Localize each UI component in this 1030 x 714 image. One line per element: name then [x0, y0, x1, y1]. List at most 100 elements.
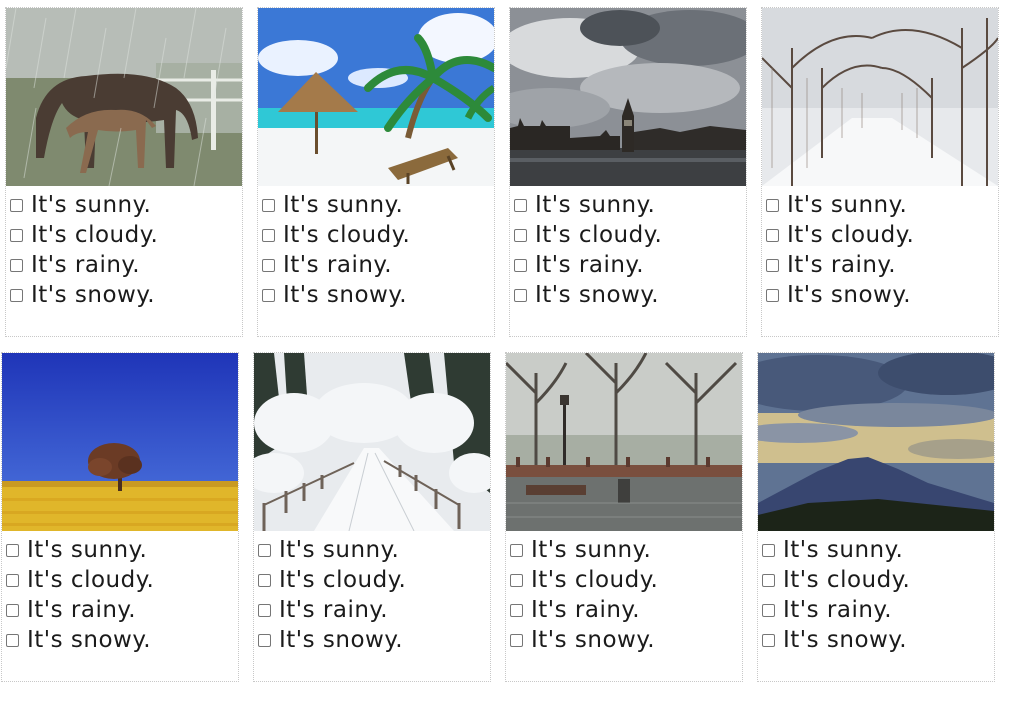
- option-sunny[interactable]: It's sunny.: [514, 190, 662, 220]
- options-list: It's sunny. It's cloudy. It's rainy. It'…: [766, 190, 914, 310]
- snowy-checkbox[interactable]: [514, 288, 527, 302]
- sunny-checkbox[interactable]: [6, 543, 19, 557]
- weather-card-5: It's sunny. It's cloudy. It's rainy. It'…: [1, 352, 239, 682]
- mountain-under-clouds-photo: [758, 353, 994, 531]
- weather-card-2: It's sunny. It's cloudy. It's rainy. It'…: [257, 7, 495, 337]
- option-snowy[interactable]: It's snowy.: [258, 625, 406, 655]
- tree-in-yellow-field-photo: [2, 353, 238, 531]
- options-list: It's sunny. It's cloudy. It's rainy. It'…: [262, 190, 410, 310]
- option-label: It's sunny.: [31, 192, 152, 218]
- option-cloudy[interactable]: It's cloudy.: [258, 565, 406, 595]
- option-snowy[interactable]: It's snowy.: [510, 625, 658, 655]
- option-snowy[interactable]: It's snowy.: [762, 625, 910, 655]
- option-label: It's rainy.: [531, 597, 641, 623]
- option-sunny[interactable]: It's sunny.: [6, 535, 154, 565]
- snowy-checkbox[interactable]: [10, 288, 23, 302]
- option-rainy[interactable]: It's rainy.: [262, 250, 410, 280]
- cloudy-checkbox[interactable]: [258, 573, 271, 587]
- sunny-checkbox[interactable]: [766, 198, 779, 212]
- sunny-checkbox[interactable]: [510, 543, 523, 557]
- option-rainy[interactable]: It's rainy.: [514, 250, 662, 280]
- snowy-checkbox[interactable]: [262, 288, 275, 302]
- option-rainy[interactable]: It's rainy.: [762, 595, 910, 625]
- rainy-checkbox[interactable]: [766, 258, 779, 272]
- option-cloudy[interactable]: It's cloudy.: [766, 220, 914, 250]
- option-snowy[interactable]: It's snowy.: [766, 280, 914, 310]
- rainy-checkbox[interactable]: [258, 603, 271, 617]
- rainy-checkbox[interactable]: [6, 603, 19, 617]
- sunny-checkbox[interactable]: [514, 198, 527, 212]
- cloudy-city-photo: [510, 8, 746, 186]
- rainy-checkbox[interactable]: [262, 258, 275, 272]
- cloudy-checkbox[interactable]: [6, 573, 19, 587]
- option-sunny[interactable]: It's sunny.: [766, 190, 914, 220]
- snowy-checkbox[interactable]: [6, 633, 19, 647]
- option-label: It's rainy.: [283, 252, 393, 278]
- sunny-checkbox[interactable]: [762, 543, 775, 557]
- weather-card-7: It's sunny. It's cloudy. It's rainy. It'…: [505, 352, 743, 682]
- option-cloudy[interactable]: It's cloudy.: [762, 565, 910, 595]
- snowy-checkbox[interactable]: [258, 633, 271, 647]
- option-cloudy[interactable]: It's cloudy.: [10, 220, 158, 250]
- option-rainy[interactable]: It's rainy.: [510, 595, 658, 625]
- option-label: It's cloudy.: [531, 567, 659, 593]
- option-cloudy[interactable]: It's cloudy.: [262, 220, 410, 250]
- weather-card-8: It's sunny. It's cloudy. It's rainy. It'…: [757, 352, 995, 682]
- option-snowy[interactable]: It's snowy.: [262, 280, 410, 310]
- rainy-checkbox[interactable]: [10, 258, 23, 272]
- option-label: It's sunny.: [787, 192, 908, 218]
- option-label: It's snowy.: [31, 282, 156, 308]
- option-label: It's rainy.: [31, 252, 141, 278]
- option-label: It's snowy.: [279, 627, 404, 653]
- option-rainy[interactable]: It's rainy.: [766, 250, 914, 280]
- weather-card-6: It's sunny. It's cloudy. It's rainy. It'…: [253, 352, 491, 682]
- cloudy-checkbox[interactable]: [262, 228, 275, 242]
- cloudy-checkbox[interactable]: [514, 228, 527, 242]
- option-cloudy[interactable]: It's cloudy.: [510, 565, 658, 595]
- option-sunny[interactable]: It's sunny.: [258, 535, 406, 565]
- option-label: It's cloudy.: [31, 222, 159, 248]
- option-label: It's sunny.: [27, 537, 148, 563]
- option-sunny[interactable]: It's sunny.: [510, 535, 658, 565]
- options-list: It's sunny. It's cloudy. It's rainy. It'…: [762, 535, 910, 655]
- sunny-checkbox[interactable]: [10, 198, 23, 212]
- option-label: It's sunny.: [531, 537, 652, 563]
- sunny-checkbox[interactable]: [258, 543, 271, 557]
- option-sunny[interactable]: It's sunny.: [10, 190, 158, 220]
- snowy-checkbox[interactable]: [510, 633, 523, 647]
- cloudy-checkbox[interactable]: [510, 573, 523, 587]
- horse-in-rain-photo: [6, 8, 242, 186]
- option-label: It's sunny.: [535, 192, 656, 218]
- option-label: It's cloudy.: [283, 222, 411, 248]
- option-label: It's snowy.: [531, 627, 656, 653]
- tropical-beach-photo: [258, 8, 494, 186]
- snowy-checkbox[interactable]: [762, 633, 775, 647]
- weather-card-3: It's sunny. It's cloudy. It's rainy. It'…: [509, 7, 747, 337]
- cloudy-checkbox[interactable]: [10, 228, 23, 242]
- snowy-checkbox[interactable]: [766, 288, 779, 302]
- options-list: It's sunny. It's cloudy. It's rainy. It'…: [258, 535, 406, 655]
- option-cloudy[interactable]: It's cloudy.: [6, 565, 154, 595]
- cloudy-checkbox[interactable]: [766, 228, 779, 242]
- rainy-checkbox[interactable]: [510, 603, 523, 617]
- option-label: It's snowy.: [27, 627, 152, 653]
- option-rainy[interactable]: It's rainy.: [10, 250, 158, 280]
- option-snowy[interactable]: It's snowy.: [6, 625, 154, 655]
- option-rainy[interactable]: It's rainy.: [6, 595, 154, 625]
- option-sunny[interactable]: It's sunny.: [762, 535, 910, 565]
- option-rainy[interactable]: It's rainy.: [258, 595, 406, 625]
- option-snowy[interactable]: It's snowy.: [514, 280, 662, 310]
- sunny-checkbox[interactable]: [262, 198, 275, 212]
- option-sunny[interactable]: It's sunny.: [262, 190, 410, 220]
- option-label: It's snowy.: [283, 282, 408, 308]
- option-label: It's rainy.: [279, 597, 389, 623]
- option-snowy[interactable]: It's snowy.: [10, 280, 158, 310]
- cloudy-checkbox[interactable]: [762, 573, 775, 587]
- rainy-checkbox[interactable]: [762, 603, 775, 617]
- option-label: It's cloudy.: [27, 567, 155, 593]
- options-list: It's sunny. It's cloudy. It's rainy. It'…: [6, 535, 154, 655]
- option-label: It's sunny.: [283, 192, 404, 218]
- option-cloudy[interactable]: It's cloudy.: [514, 220, 662, 250]
- rainy-checkbox[interactable]: [514, 258, 527, 272]
- weather-card-1: It's sunny. It's cloudy. It's rainy. It'…: [5, 7, 243, 337]
